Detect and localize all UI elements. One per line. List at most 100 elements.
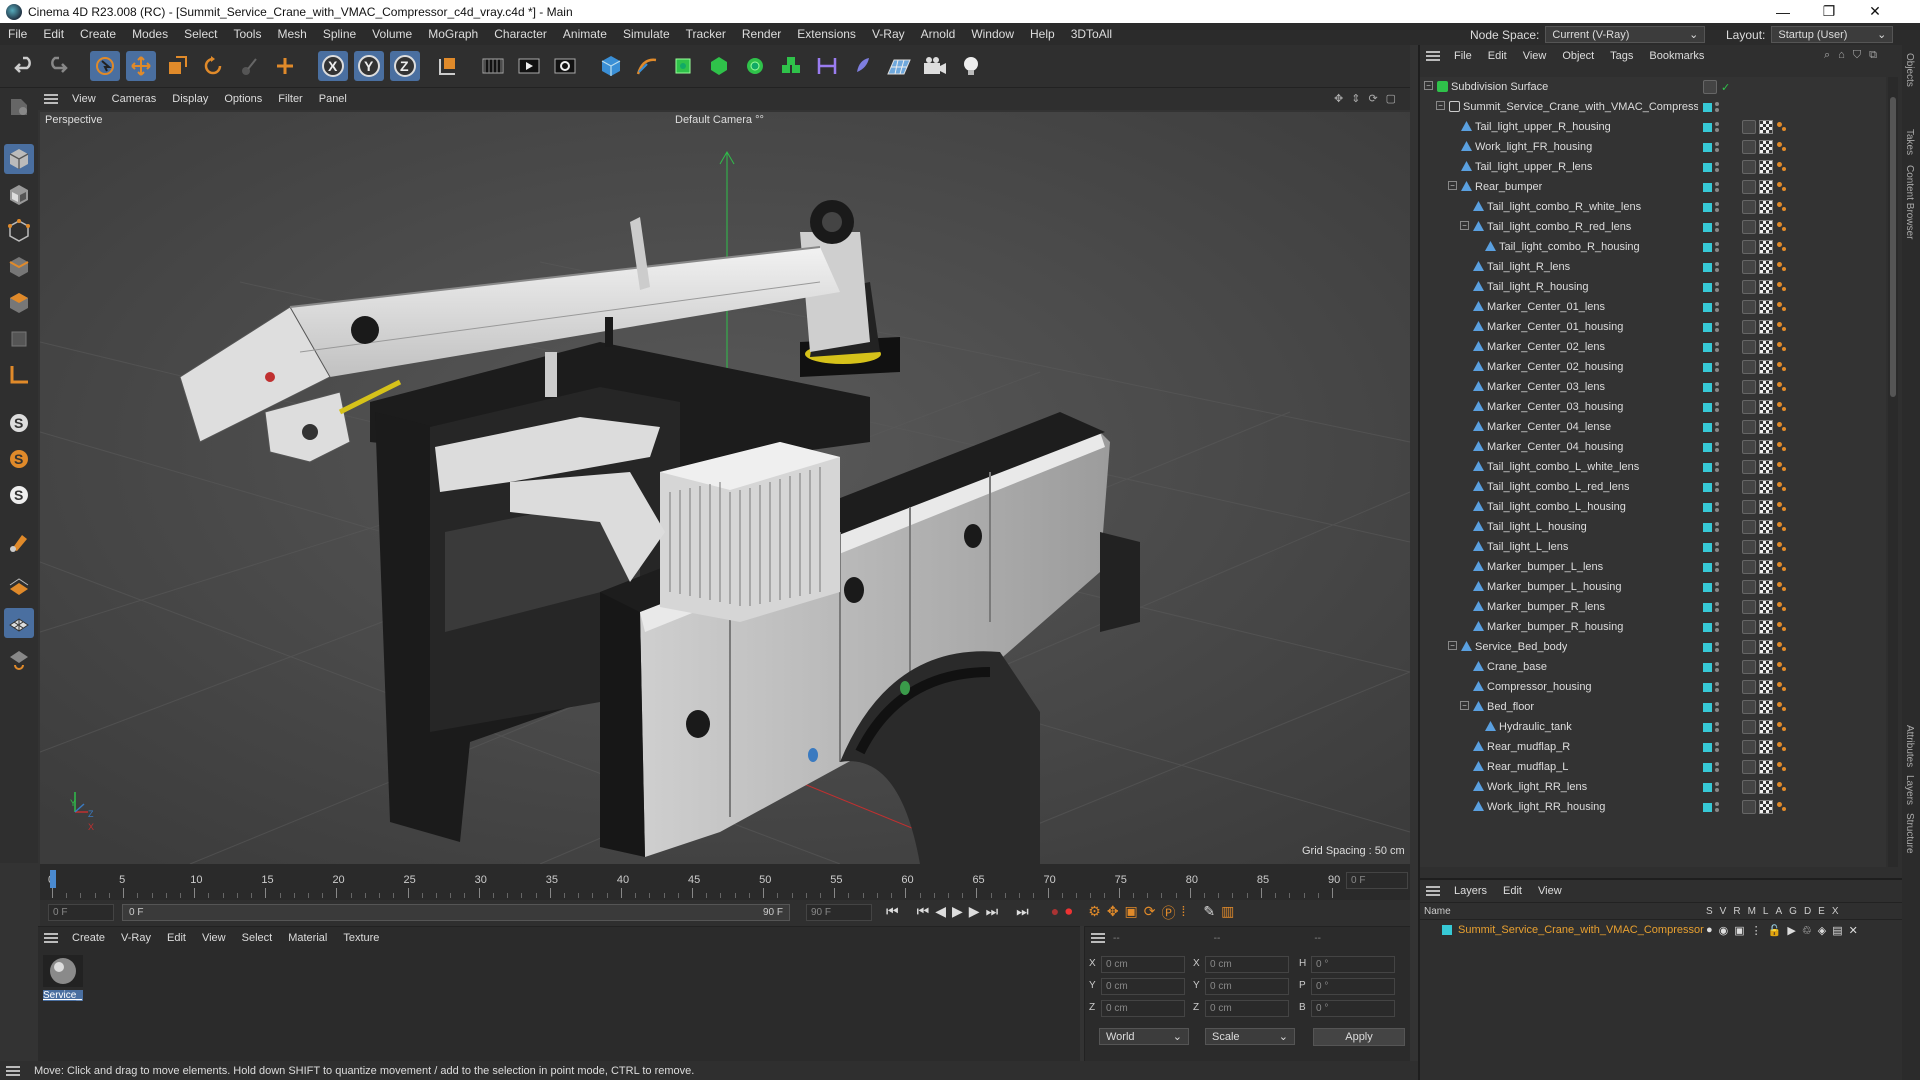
render-view-icon[interactable] — [514, 51, 544, 81]
object-name[interactable]: Marker_Center_02_lens — [1487, 341, 1605, 353]
layer-swatch[interactable] — [1703, 502, 1712, 512]
end-frame-field[interactable]: 90 F — [806, 904, 872, 921]
timeline-window-icon[interactable]: ▥ — [1221, 903, 1234, 923]
selection-tag-icon[interactable] — [1776, 580, 1788, 592]
vray-material-tag-icon[interactable] — [1742, 340, 1756, 354]
visibility-dots-icon[interactable] — [1715, 602, 1721, 612]
layer-flag-e[interactable]: E — [1818, 906, 1825, 917]
timeline-ruler[interactable]: 051015202530354045505560657075808590 0 F — [40, 864, 1410, 900]
side-tab-layers[interactable]: Layers — [1904, 775, 1915, 805]
object-row[interactable]: − Summit_Service_Crane_with_VMAC_Compress… — [1420, 97, 1886, 117]
layer-solo-icon[interactable]: ● — [1706, 924, 1713, 937]
texture-tag-icon[interactable] — [1759, 600, 1773, 614]
visibility-dots-icon[interactable] — [1715, 202, 1721, 212]
point-mode-icon[interactable] — [4, 216, 34, 246]
texture-tag-icon[interactable] — [1759, 340, 1773, 354]
magnet-icon[interactable] — [4, 528, 34, 558]
object-row[interactable]: − Tail_light_combo_R_red_lens — [1420, 217, 1886, 237]
menu-select[interactable]: Select — [176, 27, 225, 41]
texture-tag-icon[interactable] — [1759, 280, 1773, 294]
layer-menu-layers[interactable]: Layers — [1446, 885, 1495, 897]
object-name[interactable]: Bed_floor — [1487, 701, 1534, 713]
expand-toggle-icon[interactable]: − — [1448, 181, 1457, 190]
pen-spline-icon[interactable] — [632, 51, 662, 81]
material-menu-create[interactable]: Create — [64, 932, 113, 944]
texture-tag-icon[interactable] — [1759, 120, 1773, 134]
object-name[interactable]: Tail_light_R_lens — [1487, 261, 1570, 273]
frame-range-slider[interactable]: 0 F 90 F — [122, 904, 790, 921]
dolly-icon[interactable]: ⇕ — [1351, 92, 1360, 105]
menu-spline[interactable]: Spline — [315, 27, 364, 41]
object-name[interactable]: Tail_light_combo_R_white_lens — [1487, 201, 1641, 213]
visibility-dots-icon[interactable] — [1715, 142, 1721, 152]
layer-swatch[interactable] — [1703, 242, 1712, 252]
object-menu-tags[interactable]: Tags — [1602, 50, 1641, 62]
coordinate-system-icon[interactable] — [432, 51, 462, 81]
object-row[interactable]: Tail_light_combo_R_housing — [1420, 237, 1886, 257]
layer-swatch[interactable] — [1703, 382, 1712, 392]
menu-mograph[interactable]: MoGraph — [420, 27, 486, 41]
object-name[interactable]: Marker_bumper_R_housing — [1487, 621, 1623, 633]
move-tool-icon[interactable] — [126, 51, 156, 81]
texture-tag-icon[interactable] — [1759, 140, 1773, 154]
layers-hamburger-icon[interactable] — [1426, 886, 1440, 896]
vray-material-tag-icon[interactable] — [1742, 660, 1756, 674]
layer-swatch[interactable] — [1703, 742, 1712, 752]
object-row[interactable]: Marker_Center_02_lens — [1420, 337, 1886, 357]
layer-flag-v[interactable]: V — [1720, 906, 1727, 917]
layer-swatch[interactable] — [1703, 162, 1712, 172]
visibility-dots-icon[interactable] — [1715, 622, 1721, 632]
texture-tag-icon[interactable] — [1759, 420, 1773, 434]
selection-tag-icon[interactable] — [1776, 540, 1788, 552]
object-name[interactable]: Service_Bed_body — [1475, 641, 1567, 653]
vray-material-tag-icon[interactable] — [1742, 140, 1756, 154]
visibility-dots-icon[interactable] — [1715, 382, 1721, 392]
previous-key-icon[interactable]: ⏮ — [917, 903, 930, 923]
texture-tag-icon[interactable] — [1759, 620, 1773, 634]
home-icon[interactable]: ⌂ — [1838, 49, 1845, 62]
material-menu-view[interactable]: View — [194, 932, 234, 944]
layer-row[interactable]: Summit_Service_Crane_with_VMAC_Compresso… — [1420, 920, 1904, 940]
visibility-dots-icon[interactable] — [1715, 462, 1721, 472]
layer-menu-view[interactable]: View — [1530, 885, 1570, 897]
selection-tag-icon[interactable] — [1776, 520, 1788, 532]
maximize-view-icon[interactable]: ▢ — [1386, 92, 1396, 105]
object-name[interactable]: Crane_base — [1487, 661, 1547, 673]
object-row[interactable]: Marker_Center_03_lens — [1420, 377, 1886, 397]
visibility-dots-icon[interactable] — [1715, 122, 1721, 132]
visibility-dots-icon[interactable] — [1715, 782, 1721, 792]
new-window-icon[interactable]: ⧉ — [1869, 49, 1877, 62]
texture-tag-icon[interactable] — [1759, 500, 1773, 514]
vray-material-tag-icon[interactable] — [1742, 400, 1756, 414]
layer-swatch[interactable] — [1703, 102, 1712, 112]
visibility-dots-icon[interactable] — [1715, 442, 1721, 452]
object-row[interactable]: Hydraulic_tank — [1420, 717, 1886, 737]
layer-flag-a[interactable]: A — [1775, 906, 1782, 917]
enabled-check-icon[interactable]: ✓ — [1721, 81, 1730, 94]
viewport-menu-view[interactable]: View — [64, 93, 104, 105]
visibility-dots-icon[interactable] — [1715, 762, 1721, 772]
record-icon[interactable]: ⏺ — [1065, 903, 1072, 923]
object-name[interactable]: Subdivision Surface — [1451, 81, 1548, 93]
coord-hamburger-icon[interactable] — [1091, 933, 1105, 943]
autokey-icon[interactable]: ● — [1051, 903, 1059, 923]
visibility-dots-icon[interactable] — [1715, 682, 1721, 692]
object-name[interactable]: Marker_Center_03_housing — [1487, 401, 1623, 413]
layer-swatch[interactable] — [1703, 262, 1712, 272]
visibility-dots-icon[interactable] — [1715, 702, 1721, 712]
go-to-start-icon[interactable]: ⏮ — [886, 903, 899, 923]
selection-tag-icon[interactable] — [1776, 700, 1788, 712]
selection-tag-icon[interactable] — [1776, 300, 1788, 312]
object-tree-scrollbar[interactable] — [1888, 77, 1898, 867]
vray-material-tag-icon[interactable] — [1742, 360, 1756, 374]
visibility-dots-icon[interactable] — [1715, 362, 1721, 372]
visibility-dots-icon[interactable] — [1715, 182, 1721, 192]
coord-value-field[interactable]: 0 cm — [1205, 1000, 1289, 1017]
texture-tag-icon[interactable] — [1759, 480, 1773, 494]
create-tool-icon[interactable] — [270, 51, 300, 81]
layer-flag-g[interactable]: G — [1789, 906, 1797, 917]
viewport-menu-filter[interactable]: Filter — [270, 93, 310, 105]
object-row[interactable]: Work_light_RR_lens — [1420, 777, 1886, 797]
status-hamburger-icon[interactable] — [6, 1065, 20, 1076]
coord-value-field[interactable]: 0 ° — [1311, 956, 1395, 973]
